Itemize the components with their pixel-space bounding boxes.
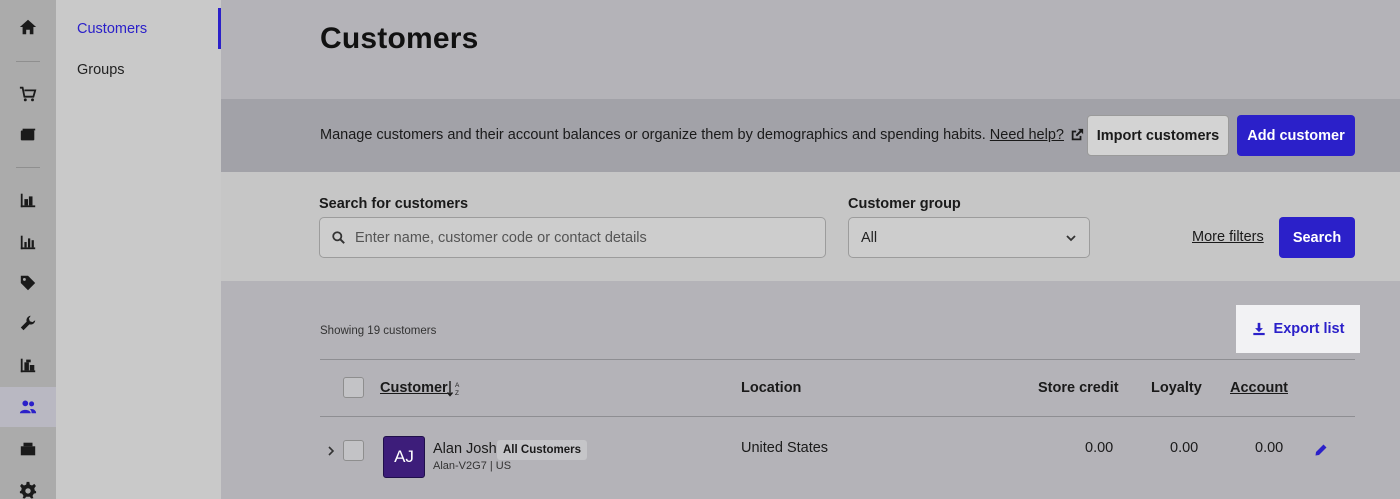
cash-icon[interactable]: [0, 429, 56, 469]
description-text: Manage customers and their account balan…: [320, 127, 986, 143]
export-list-button[interactable]: Export list: [1236, 305, 1360, 353]
table-divider: [320, 359, 1355, 360]
subnav-item-groups[interactable]: Groups: [56, 49, 221, 90]
inventory-icon[interactable]: [0, 180, 56, 220]
customer-group-value: All: [861, 229, 878, 246]
svg-text:Z: Z: [455, 390, 459, 397]
add-customer-button[interactable]: Add customer: [1237, 115, 1355, 156]
wrench-icon[interactable]: [0, 303, 56, 343]
customer-group-badge: All Customers: [497, 440, 587, 460]
search-button[interactable]: Search: [1279, 217, 1355, 258]
rail-divider: [16, 167, 40, 168]
page-header: Customers: [221, 0, 1400, 99]
pencil-icon[interactable]: [1314, 443, 1328, 457]
svg-text:A: A: [455, 382, 460, 389]
more-filters-link[interactable]: More filters: [1192, 229, 1264, 245]
customer-list: Showing 19 customers Export list Custome…: [221, 281, 1400, 499]
loyalty-value: 0.00: [1170, 440, 1199, 456]
customer-name[interactable]: Alan Josh: [433, 441, 497, 457]
reports-icon[interactable]: [0, 222, 56, 262]
tag-icon[interactable]: [0, 263, 56, 303]
download-icon: [1252, 322, 1265, 336]
description-band: Manage customers and their account balan…: [221, 99, 1400, 172]
column-header-store-credit: Store credit: [1038, 380, 1119, 396]
sub-navigation: Customers Groups: [56, 0, 221, 499]
rail-divider: [16, 61, 40, 62]
export-list-label: Export list: [1273, 321, 1345, 337]
customer-group-label: Customer group: [848, 196, 961, 212]
icon-rail: [0, 0, 56, 499]
warehouse-icon[interactable]: [0, 345, 56, 385]
account-value: 0.00: [1255, 440, 1284, 456]
gear-icon[interactable]: [0, 470, 56, 499]
column-header-loyalty: Loyalty: [1151, 380, 1202, 396]
search-field[interactable]: [319, 217, 826, 258]
page-description: Manage customers and their account balan…: [320, 127, 1084, 143]
cart-icon[interactable]: [0, 74, 56, 114]
column-header-account[interactable]: Account: [1230, 380, 1288, 396]
select-all-checkbox[interactable]: [343, 377, 364, 398]
column-header-customer[interactable]: Customer: [380, 380, 448, 396]
chevron-right-icon[interactable]: [327, 444, 335, 456]
avatar: AJ: [383, 436, 425, 478]
page-title: Customers: [320, 22, 479, 55]
external-link-icon: [1071, 128, 1084, 141]
store-credit-value: 0.00: [1085, 440, 1114, 456]
search-icon: [332, 231, 345, 244]
customers-icon[interactable]: [0, 387, 56, 427]
row-checkbox[interactable]: [343, 440, 364, 461]
import-customers-button[interactable]: Import customers: [1087, 115, 1229, 156]
chevron-down-icon: [1066, 234, 1076, 241]
search-input[interactable]: [355, 229, 815, 246]
customer-location: United States: [741, 440, 829, 456]
home-icon[interactable]: [0, 7, 56, 47]
result-count: Showing 19 customers: [320, 325, 437, 337]
search-label: Search for customers: [319, 196, 469, 212]
sort-alpha-icon[interactable]: AZ: [446, 380, 461, 397]
customer-code: Alan-V2G7 | US: [433, 460, 512, 472]
subnav-item-customers[interactable]: Customers: [56, 8, 221, 49]
customer-group-select[interactable]: All: [848, 217, 1090, 258]
column-header-location: Location: [741, 380, 802, 396]
search-panel: Search for customers Customer group All …: [221, 172, 1400, 281]
need-help-link[interactable]: Need help?: [990, 127, 1064, 143]
register-icon[interactable]: [0, 115, 56, 155]
table-divider: [320, 416, 1355, 417]
